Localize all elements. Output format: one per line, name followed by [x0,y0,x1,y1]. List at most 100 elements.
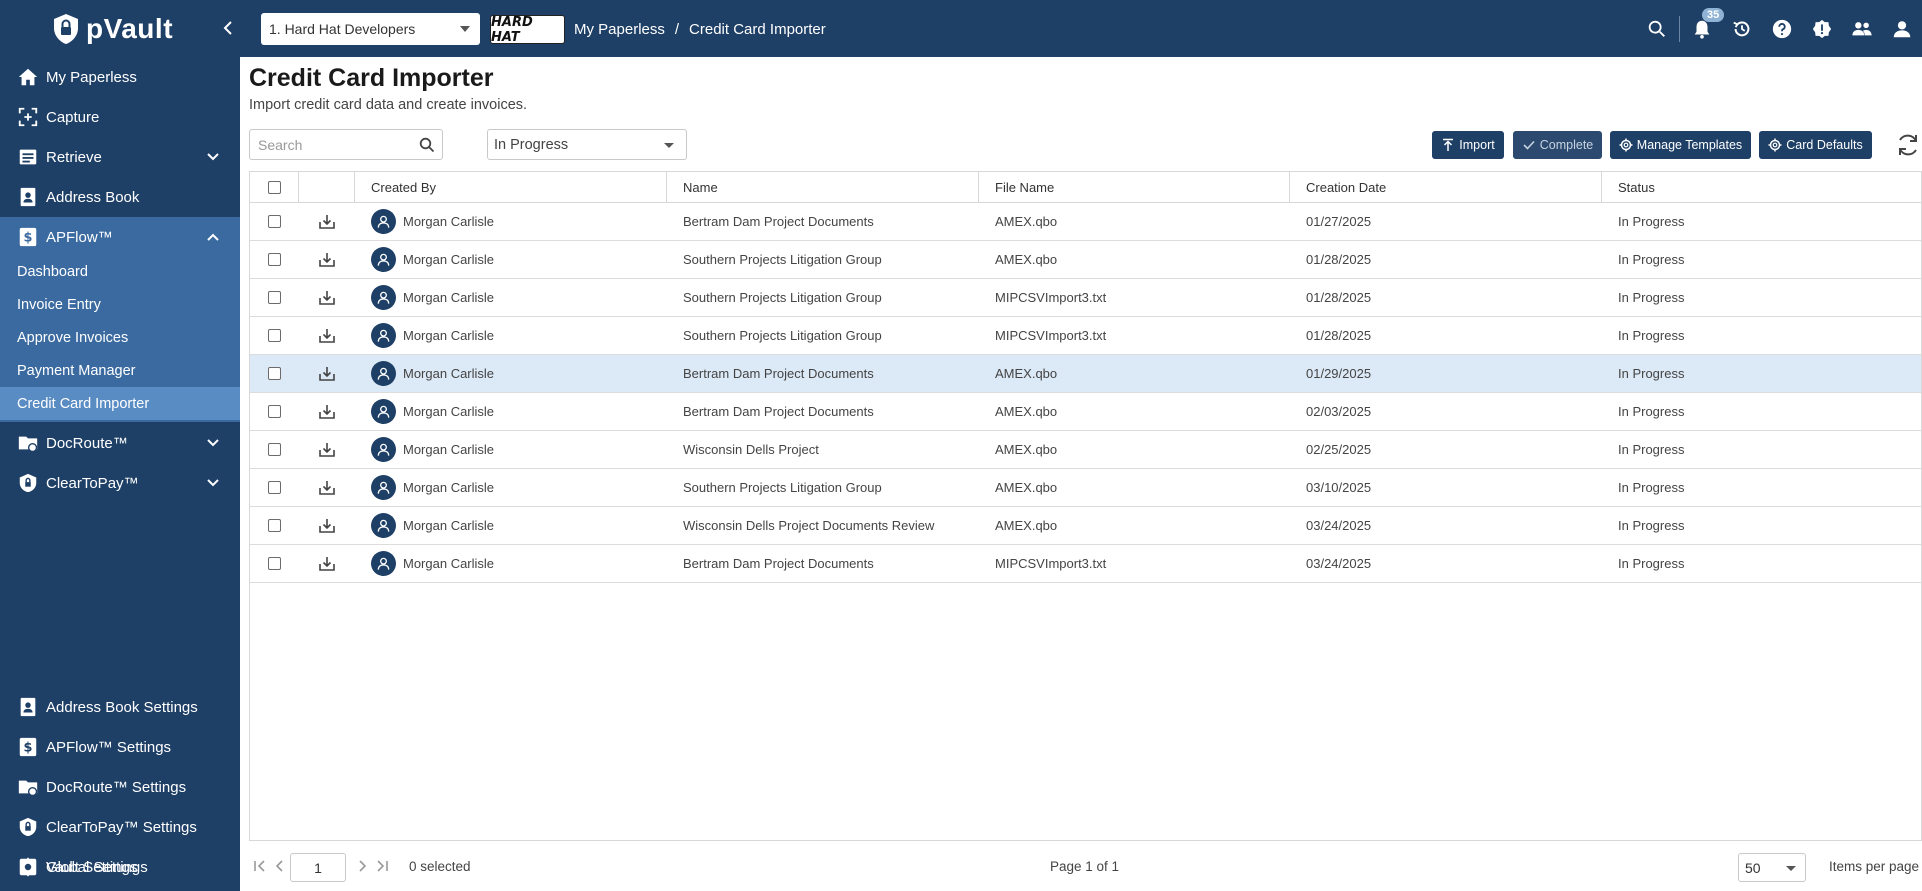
file-name-cell: AMEX.qbo [995,480,1058,495]
row-checkbox[interactable] [268,329,281,342]
column-status[interactable]: Status [1602,172,1921,202]
table-row[interactable]: Morgan Carlisle Bertram Dam Project Docum… [250,203,1921,241]
card-defaults-button[interactable]: Card Defaults [1759,131,1872,159]
table-row[interactable]: Morgan Carlisle Southern Projects Litigat… [250,317,1921,355]
sidebar-item-cleartopay[interactable]: ClearToPay™ [0,463,240,503]
notifications-button[interactable]: 35 [1682,0,1725,57]
column-file-name[interactable]: File Name [979,172,1290,202]
breadcrumb-separator: / [674,21,680,38]
select-all-checkbox[interactable] [268,180,281,194]
refresh-icon[interactable] [1895,132,1921,158]
column-name[interactable]: Name [667,172,979,202]
search-input[interactable]: Search [249,129,443,160]
row-checkbox[interactable] [268,291,281,304]
profile-button[interactable] [1882,0,1922,57]
collapse-sidebar-icon[interactable] [218,18,238,38]
search-button[interactable] [1637,0,1677,57]
row-checkbox[interactable] [268,519,281,532]
column-creation-date[interactable]: Creation Date [1290,172,1602,202]
organization-select[interactable]: 1. Hard Hat Developers [261,13,480,45]
row-checkbox[interactable] [268,481,281,494]
help-button[interactable] [1762,0,1802,57]
status-filter-select[interactable]: In Progress [487,129,687,160]
dollar-icon: $ [16,225,40,249]
table-row[interactable]: Morgan Carlisle Wisconsin Dells Project AM… [250,431,1921,469]
pagination-footer: 1 0 selected Page 1 of 1 50 Items per pa… [249,841,1922,891]
page-number-input[interactable]: 1 [290,853,346,882]
history-button[interactable] [1722,0,1762,57]
manage-templates-button[interactable]: Manage Templates [1610,131,1751,159]
table-row[interactable]: Morgan Carlisle Wisconsin Dells Project D… [250,507,1921,545]
avatar [371,513,396,538]
download-icon[interactable] [318,555,336,573]
breadcrumb-my-paperless[interactable]: My Paperless [574,21,665,38]
alerts-button[interactable] [1802,0,1842,57]
sidebar-item-capture[interactable]: Capture [0,97,240,137]
sidebar-item-invoice-entry[interactable]: Invoice Entry [0,288,240,321]
page-title: Credit Card Importer [249,64,494,92]
download-icon[interactable] [318,289,336,307]
sidebar-item-approve-invoices[interactable]: Approve Invoices [0,321,240,354]
row-checkbox[interactable] [268,253,281,266]
status-cell: In Progress [1618,328,1685,343]
last-page-icon[interactable] [373,857,391,875]
sidebar-item-global-settings[interactable]: Global Settings [0,847,240,887]
items-per-page-select[interactable]: 50 [1738,853,1806,882]
complete-button[interactable]: Complete [1513,131,1602,159]
sidebar-item-credit-card-importer[interactable]: Credit Card Importer [0,387,240,420]
sidebar-item-address-book-settings[interactable]: Address Book Settings [0,687,240,727]
table-row[interactable]: Morgan Carlisle Southern Projects Litigat… [250,469,1921,507]
table-row[interactable]: Morgan Carlisle Bertram Dam Project Docum… [250,355,1921,393]
download-icon[interactable] [318,251,336,269]
name-cell: Southern Projects Litigation Group [683,328,882,343]
first-page-icon[interactable] [251,857,269,875]
table-row[interactable]: Morgan Carlisle Southern Projects Litigat… [250,241,1921,279]
sidebar-item-label: My Paperless [46,68,137,86]
avatar [371,285,396,310]
sidebar-item-apflow-settings[interactable]: $ APFlow™ Settings [0,727,240,767]
row-checkbox[interactable] [268,443,281,456]
file-name-cell: AMEX.qbo [995,518,1058,533]
next-page-icon[interactable] [353,857,371,875]
sidebar-item-my-paperless[interactable]: My Paperless [0,57,240,97]
dollar-icon: $ [16,735,40,759]
column-created-by[interactable]: Created By [355,172,667,202]
sidebar-item-label: Global Settings [46,858,148,876]
row-checkbox[interactable] [268,405,281,418]
row-checkbox[interactable] [268,367,281,380]
download-icon[interactable] [318,403,336,421]
user-icon [377,253,390,266]
sidebar-item-label: APFlow™ [46,228,113,246]
table-row[interactable]: Morgan Carlisle Southern Projects Litigat… [250,279,1921,317]
sidebar-item-dashboard[interactable]: Dashboard [0,255,240,288]
download-icon[interactable] [318,517,336,535]
download-icon[interactable] [318,441,336,459]
created-by-cell: Morgan Carlisle [371,241,494,278]
sidebar-item-apflow[interactable]: $ APFlow™ [0,217,240,257]
sidebar-item-docroute-settings[interactable]: DocRoute™ Settings [0,767,240,807]
sidebar-item-retrieve[interactable]: Retrieve [0,137,240,177]
table-row[interactable]: Morgan Carlisle Bertram Dam Project Docum… [250,393,1921,431]
sidebar-item-payment-manager[interactable]: Payment Manager [0,354,240,387]
table-row[interactable]: Morgan Carlisle Bertram Dam Project Docum… [250,545,1921,583]
sidebar-item-docroute[interactable]: DocRoute™ [0,423,240,463]
download-column-header [299,172,355,202]
apflow-submenu: Dashboard Invoice Entry Approve Invoices… [0,255,240,422]
import-button[interactable]: Import [1432,131,1504,159]
users-button[interactable] [1842,0,1882,57]
download-icon[interactable] [318,327,336,345]
download-icon[interactable] [318,479,336,497]
user-icon [377,443,390,456]
row-checkbox[interactable] [268,557,281,570]
app-logo[interactable]: pVault [52,12,173,46]
download-icon[interactable] [318,213,336,231]
download-icon[interactable] [318,365,336,383]
row-checkbox[interactable] [268,215,281,228]
created-by-text: Morgan Carlisle [403,404,495,419]
sidebar-item-address-book[interactable]: Address Book [0,177,240,217]
previous-page-icon[interactable] [271,857,289,875]
sidebar-item-cleartopay-settings[interactable]: ClearToPay™ Settings [0,807,240,847]
capture-icon [16,105,40,129]
company-logo-text: HARD HAT [491,14,533,45]
user-icon [377,291,390,304]
